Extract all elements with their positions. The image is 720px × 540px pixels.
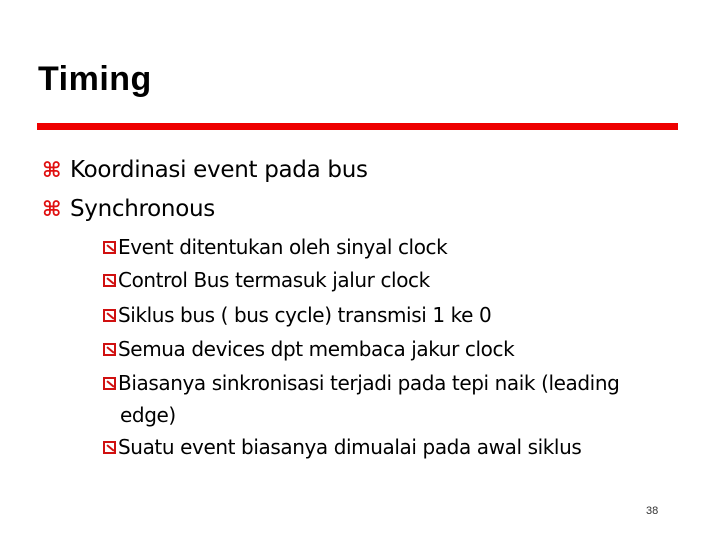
sub-bullet-text: Event ditentukan oleh sinyal clock [118,235,448,259]
checkbox-bullet-icon [103,377,116,390]
title-divider [37,123,678,130]
checkbox-bullet-icon [103,274,116,287]
bullet-item: ⌘ Koordinasi event pada bus [42,157,368,183]
sub-bullet-item: Siklus bus ( bus cycle) transmisi 1 ke 0 [103,300,683,330]
sub-bullet-text: Biasanya sinkronisasi terjadi pada tepi … [118,371,620,395]
page-number: 38 [646,505,659,517]
bullet-item: ⌘ Synchronous [42,196,215,222]
checkbox-bullet-icon [103,241,116,254]
sub-bullet-text: Semua devices dpt membaca jakur clock [118,337,515,361]
sub-bullet-item: Biasanya sinkronisasi terjadi pada tepi … [103,368,683,398]
slide-title: Timing [38,60,152,98]
sub-bullet-text: Suatu event biasanya dimualai pada awal … [118,435,582,459]
sub-bullet-text: Control Bus termasuk jalur clock [118,268,430,292]
command-bullet-icon: ⌘ [42,197,62,221]
command-bullet-icon: ⌘ [42,158,62,182]
checkbox-bullet-icon [103,441,116,454]
checkbox-bullet-icon [103,343,116,356]
sub-bullet-item: Suatu event biasanya dimualai pada awal … [103,432,683,462]
bullet-text: Synchronous [70,196,215,222]
bullet-text: Koordinasi event pada bus [70,157,368,183]
sub-bullet-item: Event ditentukan oleh sinyal clock [103,232,683,262]
sub-bullet-item: Semua devices dpt membaca jakur clock [103,334,683,364]
sub-bullet-item: Control Bus termasuk jalur clock [103,265,683,295]
checkbox-bullet-icon [103,309,116,322]
sub-bullet-text: Siklus bus ( bus cycle) transmisi 1 ke 0 [118,303,492,327]
sub-bullet-continuation: edge) [120,403,176,427]
